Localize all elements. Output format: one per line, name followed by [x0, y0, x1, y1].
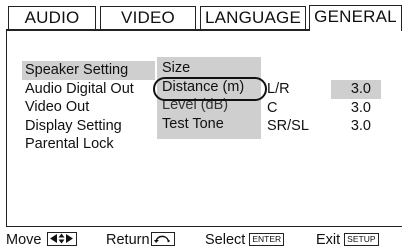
value-row-c[interactable]: C 3.0: [263, 99, 381, 118]
tab-bar: AUDIO VIDEO LANGUAGE GENERAL: [0, 0, 402, 31]
setup-key-icon: SETUP: [344, 232, 379, 246]
tab-language[interactable]: LANGUAGE: [200, 6, 306, 30]
hint-return: Return: [106, 229, 175, 251]
return-icon: [150, 232, 175, 247]
value-number: 3.0: [350, 118, 371, 134]
tab-video[interactable]: VIDEO: [100, 6, 196, 30]
value-number: 3.0: [350, 99, 371, 116]
value-number: 3.0: [331, 80, 381, 99]
hint-select-label: Select: [205, 232, 246, 248]
highlight-circle: [153, 77, 267, 101]
menu-item-speaker-setting[interactable]: Speaker Setting: [22, 61, 155, 80]
hint-exit: Exit SETUP: [316, 229, 379, 251]
enter-key-icon: ENTER: [249, 232, 285, 246]
hint-select: Select ENTER: [205, 229, 285, 251]
value-row-sr-sl[interactable]: SR/SL 3.0: [263, 117, 381, 136]
general-menu: Speaker Setting Audio Digital Out Video …: [22, 61, 155, 154]
menu-item-display-setting[interactable]: Display Setting: [25, 117, 155, 136]
hint-move: Move: [6, 229, 78, 251]
tab-general[interactable]: GENERAL: [309, 5, 402, 31]
hint-move-label: Move: [6, 232, 42, 248]
value-label: L/R: [267, 81, 290, 97]
value-label: C: [267, 99, 278, 116]
menu-item-audio-digital-out[interactable]: Audio Digital Out: [25, 80, 155, 99]
value-label: SR/SL: [267, 118, 309, 134]
hint-return-label: Return: [106, 232, 150, 248]
value-row-lr[interactable]: L/R 3.0: [263, 80, 381, 99]
hint-exit-label: Exit: [316, 232, 341, 248]
tab-audio[interactable]: AUDIO: [8, 6, 96, 30]
footer-hints: Move Return Select ENTER Exit SETUP: [0, 229, 402, 251]
submenu-item-test-tone[interactable]: Test Tone: [162, 115, 261, 134]
menu-item-video-out[interactable]: Video Out: [25, 98, 155, 117]
distance-values: L/R 3.0 C 3.0 SR/SL 3.0: [263, 80, 381, 136]
arrow-keys-icon: [47, 232, 78, 247]
menu-item-parental-lock[interactable]: Parental Lock: [25, 135, 155, 154]
submenu-item-size[interactable]: Size: [162, 59, 261, 78]
